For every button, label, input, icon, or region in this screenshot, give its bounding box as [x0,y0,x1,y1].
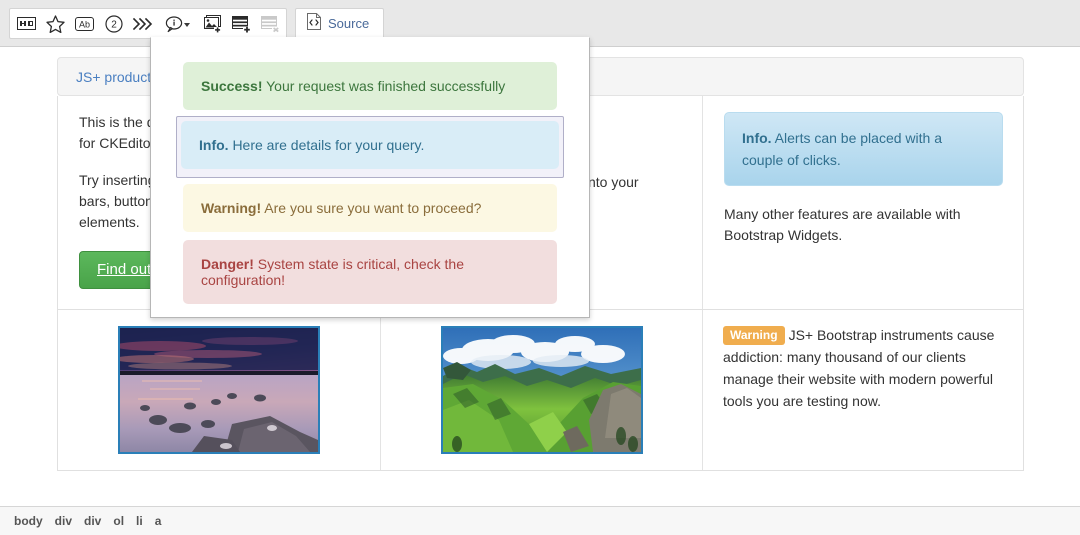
image-cell-left [58,310,381,470]
alert-option-danger-strong: Danger! [201,256,254,272]
progress-widget[interactable] [128,10,157,37]
table-insert-widget[interactable] [226,10,255,37]
alert-option-info[interactable]: Info. Here are details for your query. [181,121,559,169]
note-cell: WarningJS+ Bootstrap instruments cause a… [703,310,1023,470]
ab-box-icon: Ab [75,17,94,31]
green-valley-photo[interactable] [441,326,643,454]
table-remove-icon [260,15,280,33]
alert-option-info-strong: Info. [199,137,229,153]
alerts-dropdown-panel: Success! Your request was finished succe… [150,37,590,318]
table-delete-widget[interactable] [255,10,284,37]
alert-option-wrapper-warning: Warning! Are you sure you want to procee… [181,182,559,238]
ckeditor-window: Ab 2 [0,0,1080,535]
info-alert-text: Alerts can be placed with a couple of cl… [742,130,942,168]
sunset-lake-photo[interactable] [118,326,320,454]
chevron-down-icon [184,23,190,27]
source-button-label: Source [328,16,369,31]
alert-option-warning-text: Are you sure you want to proceed? [264,200,481,216]
chevrons-right-icon [132,17,154,31]
warning-badge: Warning [723,326,785,345]
alert-option-warning[interactable]: Warning! Are you sure you want to procee… [183,184,557,232]
alert-option-warning-strong: Warning! [201,200,261,216]
widgets-toolbar-group: Ab 2 [9,8,287,39]
image-widget[interactable] [197,10,226,37]
star-widget[interactable] [41,10,70,37]
breadcrumb-li[interactable]: li [136,514,143,528]
image-cell-right [381,310,703,470]
alert-option-wrapper-info: Info. Here are details for your query. [176,116,564,178]
speech-info-icon [165,16,183,33]
source-code-icon [306,13,322,35]
toolbar-groups: Ab 2 [9,8,384,39]
breadcrumb-div-2[interactable]: div [84,514,101,528]
svg-text:Ab: Ab [79,19,90,29]
circle-two-icon: 2 [105,15,123,33]
element-path-statusbar: body div div ol li a [0,506,1080,535]
breadcrumb-ol[interactable]: ol [113,514,124,528]
right-paragraph: Many other features are available with B… [724,204,1003,246]
alert-option-wrapper-danger: Danger! System state is critical, check … [181,238,559,310]
svg-text:2: 2 [111,19,117,30]
alert-option-success-strong: Success! [201,78,262,94]
label-widget[interactable]: Ab [70,10,99,37]
alert-option-success[interactable]: Success! Your request was finished succe… [183,62,557,110]
alerts-widget[interactable] [157,10,197,37]
button-widget[interactable] [12,10,41,37]
source-button[interactable]: Source [300,10,379,37]
star-icon [46,15,65,33]
alert-option-danger[interactable]: Danger! System state is critical, check … [183,240,557,304]
column-right: Info. Alerts can be placed with a couple… [703,96,1023,309]
ok-box-icon [17,17,36,30]
alert-option-info-text: Here are details for your query. [232,137,424,153]
breadcrumb-div-1[interactable]: div [55,514,72,528]
breadcrumb-body[interactable]: body [14,514,43,528]
table-add-icon [231,15,251,33]
info-alert: Info. Alerts can be placed with a couple… [724,112,1003,186]
alert-option-success-text: Your request was finished successfully [266,78,505,94]
alert-option-wrapper-success: Success! Your request was finished succe… [181,60,559,116]
media-row: WarningJS+ Bootstrap instruments cause a… [57,310,1024,471]
tab-js-product[interactable]: JS+ product [76,69,151,85]
badge-widget[interactable]: 2 [99,10,128,37]
info-alert-strong: Info. [742,130,772,146]
source-toolbar-group: Source [295,8,384,39]
image-add-icon [202,15,222,33]
breadcrumb-a[interactable]: a [155,514,162,528]
